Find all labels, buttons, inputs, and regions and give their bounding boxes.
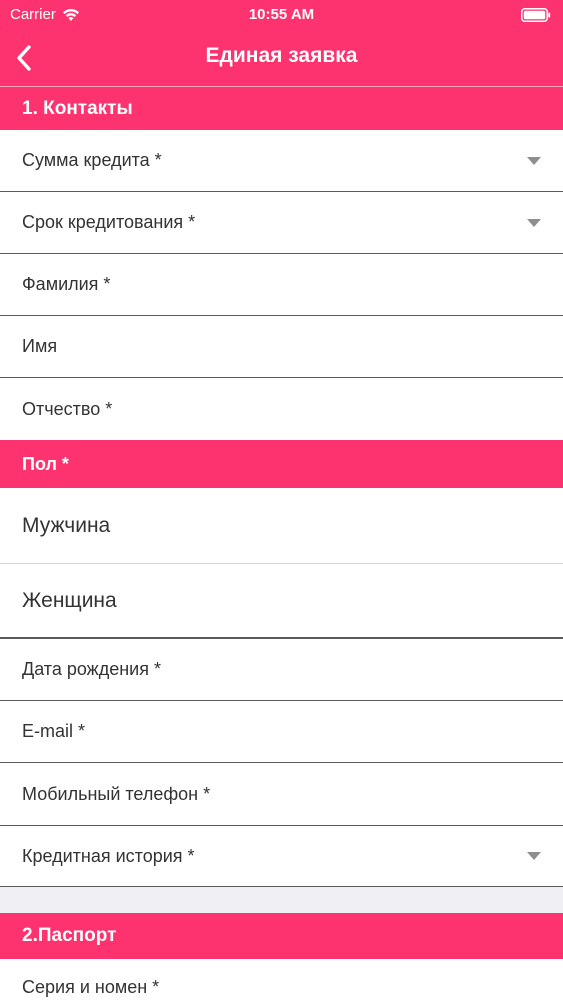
gender-option-male[interactable]: Мужчина xyxy=(0,488,563,563)
gender-option-female[interactable]: Женщина xyxy=(0,564,563,637)
dropdown-arrow-icon xyxy=(527,218,541,227)
option-label: Женщина xyxy=(22,588,117,612)
section-header-gender: Пол * xyxy=(0,440,563,488)
status-bar: Carrier 10:55 AM xyxy=(0,0,563,30)
email-field[interactable]: E-mail * xyxy=(0,701,563,763)
birth-date-field[interactable]: Дата рождения * xyxy=(0,639,563,701)
field-label: Имя xyxy=(22,336,58,356)
battery-icon xyxy=(521,8,551,22)
credit-history-select[interactable]: Кредитная история * xyxy=(0,826,563,887)
middle-name-field[interactable]: Отчество * xyxy=(0,378,563,440)
section-gap xyxy=(0,887,563,913)
screen: Carrier 10:55 AM Единая заявка 1. Контак… xyxy=(0,0,563,1000)
header: Carrier 10:55 AM Единая заявка xyxy=(0,0,563,88)
first-name-field[interactable]: Имя xyxy=(0,316,563,378)
page-title: Единая заявка xyxy=(205,44,358,67)
field-label: Серия и номен * xyxy=(22,977,160,997)
field-label: Кредитная история * xyxy=(22,845,195,866)
field-label: Фамилия * xyxy=(22,274,111,294)
option-label: Мужчина xyxy=(22,513,111,537)
field-label: Дата рождения * xyxy=(22,659,161,679)
field-label: Срок кредитования * xyxy=(22,212,196,232)
last-name-field[interactable]: Фамилия * xyxy=(0,254,563,316)
dropdown-arrow-icon xyxy=(527,156,541,165)
mobile-phone-field[interactable]: Мобильный телефон * xyxy=(0,763,563,826)
field-label: Отчество * xyxy=(22,398,113,419)
field-label: Сумма кредита * xyxy=(22,150,162,170)
section-header-contacts: 1. Контакты xyxy=(0,88,563,130)
field-label: E-mail * xyxy=(22,721,86,741)
dropdown-arrow-icon xyxy=(527,852,541,860)
status-time: 10:55 AM xyxy=(248,6,315,23)
section-title-contacts: 1. Контакты xyxy=(22,98,133,119)
loan-amount-select[interactable]: Сумма кредита * xyxy=(0,130,563,192)
section-header-passport: 2.Паспорт xyxy=(0,913,563,959)
field-label: Мобильный телефон * xyxy=(22,783,211,804)
header-divider xyxy=(0,86,563,87)
loan-term-select[interactable]: Срок кредитования * xyxy=(0,192,563,254)
nav-bar: Единая заявка xyxy=(0,30,563,86)
section-title-passport: 2.Паспорт xyxy=(22,925,117,946)
section-title-gender: Пол * xyxy=(22,453,69,474)
passport-number-field[interactable]: Серия и номен * xyxy=(0,959,563,1000)
